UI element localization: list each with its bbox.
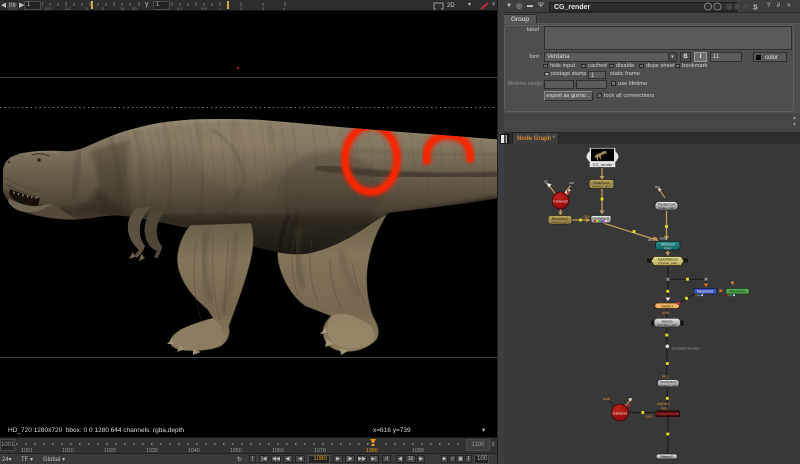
svg-text:img: img: [662, 374, 668, 379]
svg-text:-0.1: -0.1: [64, 6, 72, 11]
svg-text:-1.0: -1.0: [44, 6, 52, 11]
svg-text:0: 0: [86, 6, 89, 11]
svg-text:lgt: lgt: [544, 180, 548, 184]
svg-text:30: 30: [132, 6, 137, 11]
svg-text:2: 2: [240, 6, 243, 11]
svg-text:Viewer1: Viewer1: [661, 455, 673, 459]
svg-text:axi: axi: [655, 185, 660, 189]
svg-text:Connect to Geo: Connect to Geo: [672, 346, 701, 351]
svg-text:img: img: [661, 406, 667, 411]
svg-text:axis: axis: [660, 236, 667, 241]
svg-text:cam: cam: [645, 414, 653, 419]
svg-text:look: look: [603, 396, 610, 401]
svg-text:p/filt: p/filt: [662, 310, 670, 315]
svg-text:0.1: 0.1: [177, 6, 183, 11]
svg-text:ScanlineRender: ScanlineRender: [656, 412, 680, 416]
svg-text:geo: geo: [584, 214, 591, 219]
svg-text:4: 4: [283, 6, 286, 11]
svg-text:(tyranno_mat): (tyranno_mat): [658, 261, 677, 265]
svg-text:0.5: 0.5: [201, 6, 207, 11]
svg-text:S: S: [753, 5, 758, 12]
svg-text:(vray): (vray): [664, 246, 672, 250]
svg-text:(tyranno_sel): (tyranno_sel): [659, 384, 677, 388]
svg-text:Switch1: Switch1: [661, 304, 673, 308]
svg-text:2: 2: [102, 6, 105, 11]
svg-text:axi: axi: [570, 181, 575, 185]
svg-text:(tyranno_geo): (tyranno_geo): [592, 184, 611, 188]
svg-text:(shake_cam): (shake_cam): [658, 206, 675, 210]
svg-text:Wireframe1: Wireframe1: [729, 290, 746, 294]
svg-text:1: 1: [219, 6, 222, 11]
svg-text:Camera2: Camera2: [553, 199, 568, 203]
svg-text:CG_render: CG_render: [593, 162, 613, 167]
svg-text:MergeMat1: MergeMat1: [697, 290, 714, 294]
svg-text:10: 10: [120, 6, 125, 11]
svg-text:Camera1: Camera1: [613, 411, 628, 415]
svg-text:GeoSelect1: GeoSelect1: [592, 217, 609, 221]
svg-text:src: src: [648, 237, 653, 242]
svg-text:(camera_geo): (camera_geo): [551, 220, 570, 224]
svg-text:(combine_geo): (combine_geo): [657, 323, 677, 327]
svg-text:3: 3: [262, 6, 265, 11]
